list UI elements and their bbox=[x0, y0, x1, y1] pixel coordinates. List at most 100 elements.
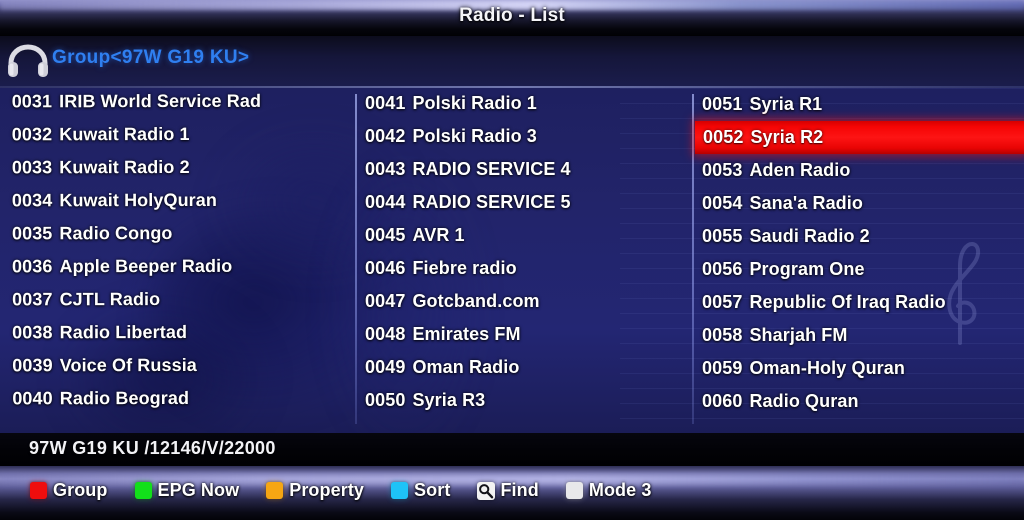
channel-number: 0039 bbox=[12, 355, 53, 376]
page-title: Radio - List bbox=[459, 5, 565, 26]
red-key-icon bbox=[30, 482, 47, 499]
yellow-key-icon bbox=[266, 482, 284, 499]
channel-name: Radio Libertad bbox=[59, 321, 188, 343]
channel-number: 0058 bbox=[702, 325, 743, 345]
channel-name: Fiebre radio bbox=[412, 258, 517, 278]
channel-row[interactable]: 0054 Sana'a Radio bbox=[694, 187, 1024, 220]
footer-action-label: Sort bbox=[414, 480, 451, 500]
channel-row[interactable]: 0039 Voice Of Russia bbox=[0, 349, 355, 383]
footer-bar: Group EPG Now Property Sort Find Mode 3 bbox=[0, 466, 1024, 520]
channel-row[interactable]: 0055 Saudi Radio 2 bbox=[694, 220, 1024, 253]
channel-name: AVR 1 bbox=[412, 225, 465, 245]
channel-number: 0038 bbox=[12, 322, 53, 343]
channel-row[interactable]: 0043 RADIO SERVICE 4 bbox=[357, 153, 692, 186]
channel-row[interactable]: 0037 CJTL Radio bbox=[0, 283, 355, 317]
channel-number: 0037 bbox=[12, 289, 53, 310]
radio-list-screen: Radio - List Group<97W G19 KU> 0031 IRIB… bbox=[0, 0, 1024, 520]
channel-row[interactable]: 0036 Apple Beeper Radio bbox=[0, 250, 355, 284]
footer-action-find[interactable]: Find bbox=[477, 480, 539, 501]
footer-action-sort[interactable]: Sort bbox=[391, 480, 450, 501]
channel-number: 0042 bbox=[365, 126, 406, 146]
channel-row[interactable]: 0032 Kuwait Radio 1 bbox=[0, 118, 355, 152]
footer-action-label: Find bbox=[500, 480, 539, 500]
channel-name: Republic Of Iraq Radio bbox=[749, 292, 946, 312]
channel-row[interactable]: 0045 AVR 1 bbox=[357, 219, 692, 252]
channel-row[interactable]: 0034 Kuwait HolyQuran bbox=[0, 184, 355, 218]
channel-number: 0045 bbox=[365, 225, 406, 245]
channel-row-selected[interactable]: 0052 Syria R2 bbox=[695, 121, 1024, 154]
footer-action-property[interactable]: Property bbox=[266, 480, 364, 501]
channel-row[interactable]: 0041 Polski Radio 1 bbox=[357, 88, 692, 120]
channel-name: Sharjah FM bbox=[749, 325, 848, 345]
channel-name: Oman-Holy Quran bbox=[749, 358, 905, 378]
channel-number: 0060 bbox=[702, 391, 743, 411]
channel-name: Voice Of Russia bbox=[59, 354, 197, 376]
channel-column-1: 0031 IRIB World Service Rad 0032 Kuwait Rad… bbox=[0, 88, 355, 433]
channel-list: 0031 IRIB World Service Rad 0032 Kuwait Rad… bbox=[0, 88, 1024, 433]
footer-actions: Group EPG Now Property Sort Find Mode 3 bbox=[30, 480, 678, 501]
channel-name: Radio Quran bbox=[749, 391, 859, 411]
blue-key-icon bbox=[391, 482, 409, 499]
channel-row[interactable]: 0040 Radio Beograd bbox=[0, 382, 355, 416]
channel-row[interactable]: 0048 Emirates FM bbox=[357, 318, 692, 351]
transponder-info: 97W G19 KU /12146/V/22000 bbox=[29, 438, 276, 458]
channel-row[interactable]: 0053 Aden Radio bbox=[694, 154, 1024, 187]
channel-name: Kuwait HolyQuran bbox=[59, 189, 217, 211]
title-bar: Radio - List bbox=[0, 0, 1024, 36]
channel-row[interactable]: 0038 Radio Libertad bbox=[0, 316, 355, 350]
channel-number: 0036 bbox=[12, 256, 53, 277]
channel-number: 0049 bbox=[365, 357, 406, 377]
channel-row[interactable]: 0051 Syria R1 bbox=[694, 88, 1024, 121]
group-header-bar: Group<97W G19 KU> bbox=[0, 36, 1024, 88]
channel-name: Saudi Radio 2 bbox=[749, 226, 870, 246]
channel-name: Sana'a Radio bbox=[749, 193, 863, 213]
channel-name: Polski Radio 1 bbox=[412, 93, 537, 113]
channel-number: 0056 bbox=[702, 259, 743, 279]
channel-row[interactable]: 0046 Fiebre radio bbox=[357, 252, 692, 285]
channel-row[interactable]: 0058 Sharjah FM bbox=[694, 319, 1024, 352]
channel-name: Radio Beograd bbox=[59, 387, 190, 409]
channel-number: 0048 bbox=[365, 324, 406, 344]
channel-number: 0035 bbox=[11, 223, 53, 244]
channel-name: Kuwait Radio 2 bbox=[59, 156, 190, 178]
channel-row[interactable]: 0057 Republic Of Iraq Radio bbox=[694, 286, 1024, 319]
channel-name: RADIO SERVICE 5 bbox=[412, 192, 571, 212]
channel-row[interactable]: 0047 Gotcband.com bbox=[357, 285, 692, 318]
channel-row[interactable]: 0056 Program One bbox=[694, 253, 1024, 286]
footer-action-label: Group bbox=[53, 480, 108, 500]
channel-row[interactable]: 0031 IRIB World Service Rad bbox=[0, 88, 355, 118]
channel-number: 0054 bbox=[702, 193, 743, 213]
footer-action-mode-3[interactable]: Mode 3 bbox=[565, 480, 652, 501]
channel-row[interactable]: 0044 RADIO SERVICE 5 bbox=[357, 186, 692, 219]
channel-column-3: 0051 Syria R1 0052 Syria R2 0053 Aden Radio 00… bbox=[694, 88, 1024, 433]
channel-name: Gotcband.com bbox=[412, 291, 540, 311]
channel-name: Program One bbox=[749, 259, 865, 279]
footer-action-epg-now[interactable]: EPG Now bbox=[134, 480, 240, 501]
footer-action-label: EPG Now bbox=[157, 480, 240, 500]
footer-action-group[interactable]: Group bbox=[30, 480, 108, 501]
channel-row[interactable]: 0050 Syria R3 bbox=[357, 384, 692, 417]
channel-number: 0040 bbox=[12, 388, 53, 409]
channel-row[interactable]: 0059 Oman-Holy Quran bbox=[694, 352, 1024, 385]
channel-name: Aden Radio bbox=[749, 160, 851, 180]
channel-row[interactable]: 0035 Radio Congo bbox=[0, 217, 355, 251]
channel-number: 0034 bbox=[11, 190, 53, 211]
channel-row[interactable]: 0049 Oman Radio bbox=[357, 351, 692, 384]
status-bar: 97W G19 KU /12146/V/22000 bbox=[0, 433, 1024, 466]
channel-name: CJTL Radio bbox=[59, 289, 161, 310]
channel-name: Polski Radio 3 bbox=[412, 126, 537, 146]
channel-row[interactable]: 0042 Polski Radio 3 bbox=[357, 120, 692, 153]
channel-column-2: 0041 Polski Radio 1 0042 Polski Radio 3 0043… bbox=[357, 88, 692, 433]
green-key-icon bbox=[134, 482, 152, 499]
channel-number: 0044 bbox=[365, 192, 406, 212]
channel-number: 0047 bbox=[365, 291, 406, 311]
channel-name: Syria R2 bbox=[750, 127, 824, 147]
channel-name: Oman Radio bbox=[412, 357, 520, 377]
group-label[interactable]: Group<97W G19 KU> bbox=[52, 47, 249, 69]
channel-row[interactable]: 0033 Kuwait Radio 2 bbox=[0, 151, 355, 185]
channel-number: 0046 bbox=[365, 258, 406, 278]
channel-row[interactable]: 0060 Radio Quran bbox=[694, 385, 1024, 418]
footer-action-label: Mode 3 bbox=[588, 480, 652, 500]
channel-name: RADIO SERVICE 4 bbox=[412, 159, 571, 179]
channel-number: 0052 bbox=[703, 127, 744, 147]
